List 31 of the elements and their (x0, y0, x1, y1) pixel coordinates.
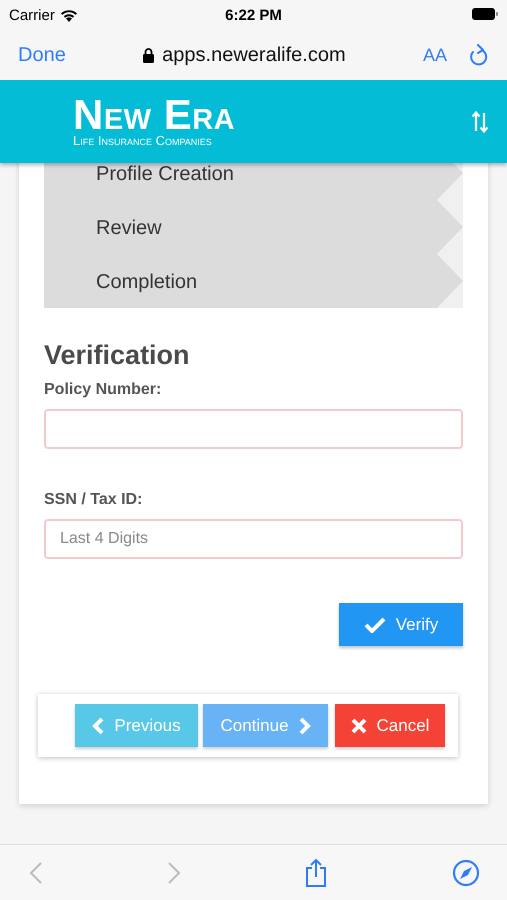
clock-time: 6:22 PM (225, 6, 282, 24)
field-label: Policy Number: (44, 381, 162, 399)
continue-button[interactable]: Continue (203, 704, 328, 747)
compass-icon[interactable] (452, 858, 480, 886)
previous-button[interactable]: Previous (75, 704, 198, 747)
progress-step: Completion (44, 254, 463, 308)
reload-icon[interactable] (469, 44, 489, 66)
battery-icon (472, 8, 498, 20)
text-size-button[interactable]: AA (422, 44, 447, 66)
field-label: SSN / Tax ID: (44, 491, 144, 509)
chevron-left-icon (92, 716, 104, 734)
close-icon (350, 718, 367, 734)
back-icon[interactable] (29, 860, 43, 884)
section-title: Verification (44, 340, 191, 371)
sort-arrows-icon[interactable] (471, 108, 489, 134)
verify-button[interactable]: Verify (339, 603, 463, 646)
logo-title: New Era (73, 96, 236, 134)
input-field[interactable]: Last 4 Digits (44, 519, 463, 559)
forward-icon[interactable] (166, 860, 181, 884)
check-icon (364, 616, 386, 632)
chevron-right-icon (298, 716, 311, 734)
cancel-button[interactable]: Cancel (335, 704, 445, 747)
lock-icon (143, 48, 154, 62)
progress-step: Review (44, 200, 463, 254)
done-button[interactable]: Done (18, 44, 66, 66)
share-icon[interactable] (304, 858, 328, 888)
logo-subtitle: Life Insurance Companies (73, 134, 213, 148)
wifi-icon (60, 8, 78, 22)
carrier-label: Carrier (9, 6, 55, 24)
input-field[interactable] (44, 409, 463, 449)
url-text[interactable]: apps.neweralife.com (162, 44, 346, 66)
